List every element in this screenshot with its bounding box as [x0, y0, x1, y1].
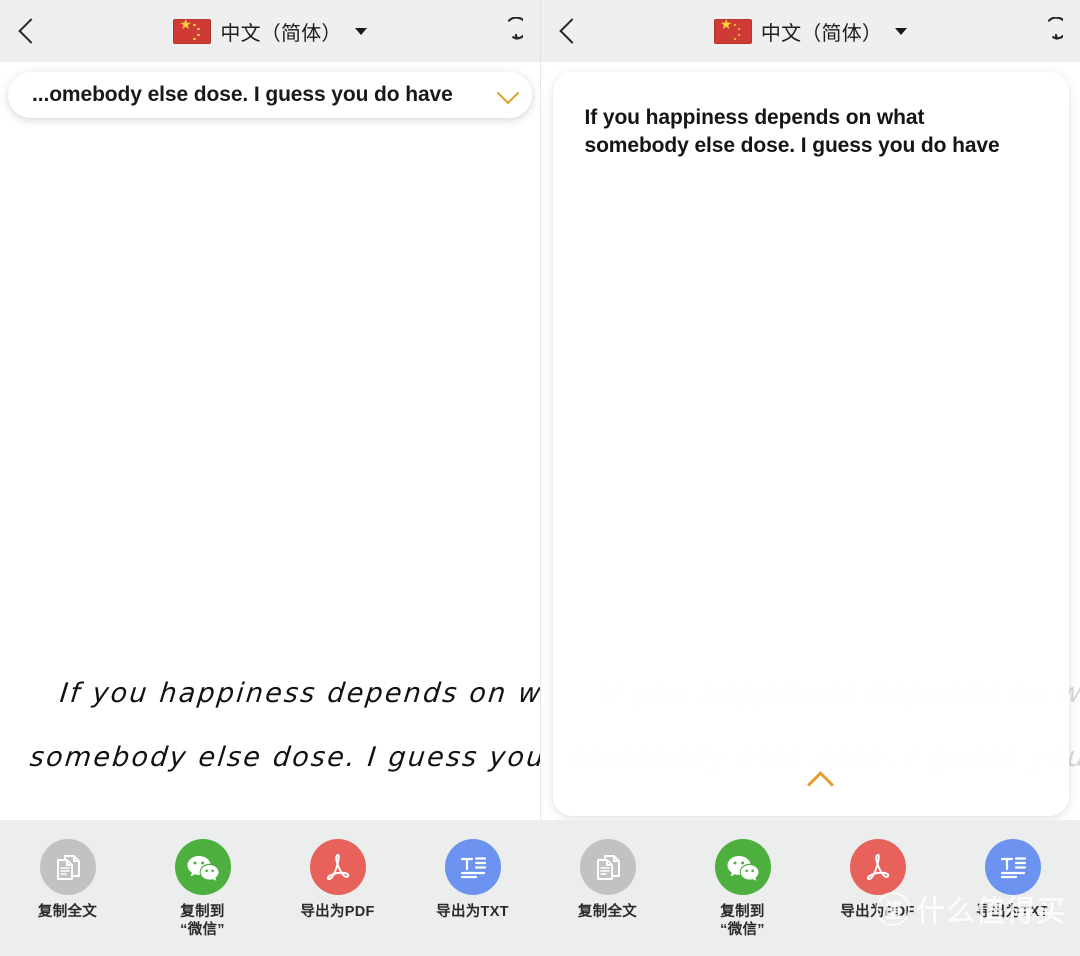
wechat-icon-bg	[174, 839, 231, 895]
tool-label: 导出为TXT	[976, 904, 1049, 920]
pdf-icon	[866, 854, 889, 881]
bottom-toolbar-row: 复制全文 复制到 “微信” 导出为PDF 导出为TXT 复制全文 复制到 “微信…	[0, 820, 1080, 956]
toolbar-right: 复制全文 复制到 “微信” 导出为PDF 导出为TXT	[540, 820, 1080, 956]
translation-text-truncated: ...omebody else dose. I guess you do hav…	[32, 83, 453, 106]
copy-documents-icon	[56, 855, 80, 880]
language-label-left: 中文（简体）	[220, 22, 342, 45]
tool-label: 导出为TXT	[436, 904, 509, 920]
chevron-up-icon[interactable]	[806, 771, 834, 798]
tool-label: 导出为PDF	[300, 904, 375, 920]
tool-label: 复制全文	[577, 904, 638, 920]
wechat-icon	[727, 856, 758, 881]
pdf-icon-bg	[849, 839, 906, 895]
translation-card-collapsed[interactable]: ...omebody else dose. I guess you do hav…	[8, 72, 532, 118]
refresh-button-left[interactable]	[478, 0, 540, 62]
translation-card-expanded[interactable]: If you happiness depends on what somebod…	[552, 72, 1069, 816]
pdf-icon-bg	[309, 839, 366, 895]
tool-export-txt-left[interactable]: 导出为TXT	[417, 839, 529, 922]
handwriting-line-2: somebody else dose. I guess you do have	[28, 742, 540, 773]
tool-copy-to-wechat-right[interactable]: 复制到 “微信”	[687, 839, 799, 939]
china-flag-icon	[713, 17, 752, 44]
topbar-left: 中文（简体）	[0, 0, 540, 62]
tool-label: 复制到 “微信”	[720, 904, 765, 938]
tool-export-txt-right[interactable]: 导出为TXT	[957, 839, 1069, 922]
tool-label: 复制到 “微信”	[180, 904, 225, 938]
language-selector-right[interactable]: 中文（简体）	[603, 17, 1018, 46]
tool-export-pdf-left[interactable]: 导出为PDF	[282, 839, 394, 922]
flag-small-star-2	[197, 27, 200, 30]
language-label-right: 中文（简体）	[760, 22, 883, 45]
pane-right: If you happiness depends on what somebod…	[539, 62, 1080, 820]
copy-documents-icon-bg	[579, 839, 636, 895]
back-button-right[interactable]	[541, 0, 603, 62]
pdf-icon	[326, 854, 349, 881]
copy-documents-icon-bg	[39, 839, 96, 895]
flag-small-star-1	[193, 23, 196, 26]
language-selector-left[interactable]: 中文（简体）	[62, 17, 478, 46]
refresh-button-right[interactable]	[1018, 0, 1080, 62]
pane-left: If you happiness depends on what somebod…	[0, 62, 540, 820]
flag-small-star-3	[737, 33, 741, 36]
txt-document-icon-bg	[444, 839, 501, 895]
wechat-icon	[187, 856, 218, 881]
handwriting-image-left: If you happiness depends on what somebod…	[0, 660, 540, 820]
chevron-left-icon	[18, 18, 44, 44]
toolbar-left: 复制全文 复制到 “微信” 导出为PDF 导出为TXT	[0, 820, 540, 956]
refresh-icon	[1047, 17, 1063, 40]
translation-text-full: If you happiness depends on what somebod…	[584, 106, 1000, 157]
tool-label: 复制全文	[37, 904, 98, 920]
tool-export-pdf-right[interactable]: 导出为PDF	[822, 839, 934, 922]
txt-document-icon-bg	[984, 839, 1041, 895]
flag-small-star-3	[197, 33, 200, 36]
flag-small-star-4	[733, 37, 737, 40]
chevron-down-icon[interactable]	[496, 81, 520, 104]
handwriting-line-1: If you happiness depends on what	[58, 678, 540, 709]
txt-document-icon	[1000, 857, 1026, 879]
flag-small-star-2	[737, 27, 741, 30]
app-screen: 中文（简体） 中文（简体） If you happiness depends o…	[0, 0, 1080, 956]
panes-container: If you happiness depends on what somebod…	[0, 62, 1080, 820]
tool-label: 导出为PDF	[840, 904, 915, 920]
caret-down-icon	[895, 27, 908, 35]
txt-document-icon	[460, 857, 486, 879]
topbar-row: 中文（简体） 中文（简体）	[0, 0, 1080, 62]
flag-small-star-4	[193, 37, 196, 40]
tool-copy-to-wechat-left[interactable]: 复制到 “微信”	[147, 839, 259, 939]
tool-copy-all-right[interactable]: 复制全文	[552, 839, 664, 922]
flag-small-star-1	[733, 23, 737, 26]
wechat-icon-bg	[714, 839, 771, 895]
china-flag-icon	[173, 17, 212, 44]
chevron-left-icon	[559, 18, 585, 44]
tool-copy-all-left[interactable]: 复制全文	[12, 839, 124, 922]
refresh-icon	[507, 17, 523, 40]
topbar-right: 中文（简体）	[540, 0, 1080, 62]
copy-documents-icon	[596, 855, 620, 880]
back-button-left[interactable]	[0, 0, 62, 62]
caret-down-icon	[354, 27, 367, 35]
